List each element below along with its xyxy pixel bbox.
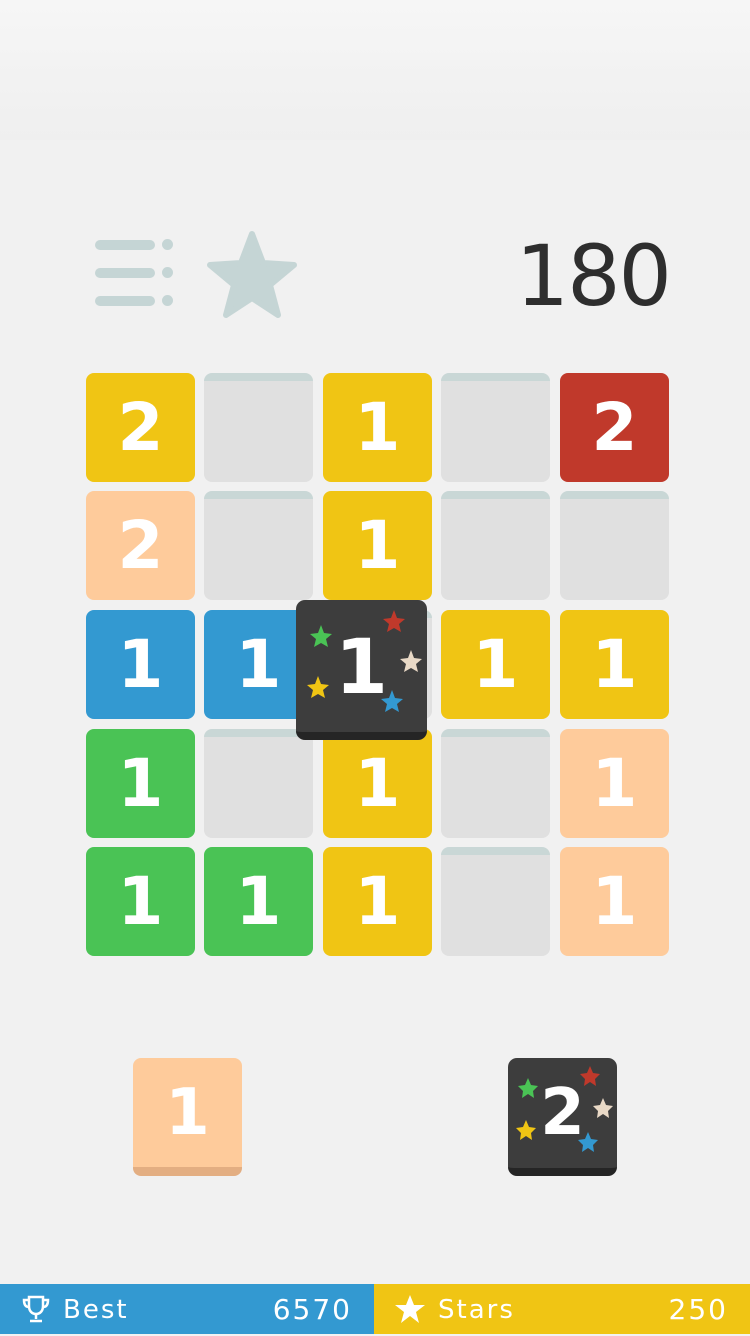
tile-value: 2	[117, 389, 164, 466]
next-tile[interactable]: 1	[133, 1058, 242, 1176]
next-star-tile-value: 2	[540, 1076, 585, 1150]
tile-value: 1	[117, 863, 164, 940]
dragging-star-tile[interactable]: 1	[296, 600, 427, 740]
number-tile[interactable]: 1	[323, 373, 432, 482]
star-icon	[395, 1295, 425, 1323]
number-tile[interactable]: 1	[323, 491, 432, 600]
empty-cell[interactable]	[204, 729, 313, 838]
number-tile[interactable]: 1	[560, 610, 669, 719]
number-tile[interactable]: 1	[323, 847, 432, 956]
number-tile[interactable]: 2	[560, 373, 669, 482]
game-board: 2122111111111111	[0, 0, 750, 1000]
trophy-icon	[22, 1295, 50, 1323]
tile-value: 1	[354, 745, 401, 822]
number-tile[interactable]: 1	[560, 729, 669, 838]
tile-value: 2	[117, 507, 164, 584]
empty-cell[interactable]	[560, 491, 669, 600]
tile-value: 1	[117, 626, 164, 703]
next-star-tile[interactable]: 2	[508, 1058, 617, 1176]
tile-value: 1	[235, 626, 282, 703]
best-score-bar[interactable]: Best 6570	[0, 1284, 374, 1334]
empty-cell[interactable]	[204, 373, 313, 482]
stars-label: Stars	[438, 1295, 515, 1325]
number-tile[interactable]: 1	[323, 729, 432, 838]
number-tile[interactable]: 1	[86, 729, 195, 838]
number-tile[interactable]: 1	[560, 847, 669, 956]
number-tile[interactable]: 1	[441, 610, 550, 719]
empty-cell[interactable]	[204, 491, 313, 600]
best-label: Best	[63, 1295, 129, 1325]
number-tile[interactable]: 1	[204, 847, 313, 956]
tile-value: 1	[235, 863, 282, 940]
tile-value: 1	[354, 863, 401, 940]
tile-value: 1	[591, 626, 638, 703]
tile-value: 1	[354, 507, 401, 584]
tile-value: 1	[591, 863, 638, 940]
empty-cell[interactable]	[441, 729, 550, 838]
number-tile[interactable]: 1	[86, 610, 195, 719]
number-tile[interactable]: 2	[86, 373, 195, 482]
tile-value: 1	[472, 626, 519, 703]
stars-value: 250	[668, 1293, 728, 1326]
number-tile[interactable]: 1	[86, 847, 195, 956]
empty-cell[interactable]	[441, 491, 550, 600]
best-value: 6570	[272, 1293, 352, 1326]
tile-value: 1	[117, 745, 164, 822]
next-tile-value: 1	[165, 1075, 210, 1150]
tile-value: 1	[591, 745, 638, 822]
tile-value: 2	[591, 389, 638, 466]
stars-bar[interactable]: Stars 250	[374, 1284, 750, 1334]
empty-cell[interactable]	[441, 373, 550, 482]
dragging-tile-value: 1	[335, 621, 388, 711]
number-tile[interactable]: 2	[86, 491, 195, 600]
empty-cell[interactable]	[441, 847, 550, 956]
tile-value: 1	[354, 389, 401, 466]
